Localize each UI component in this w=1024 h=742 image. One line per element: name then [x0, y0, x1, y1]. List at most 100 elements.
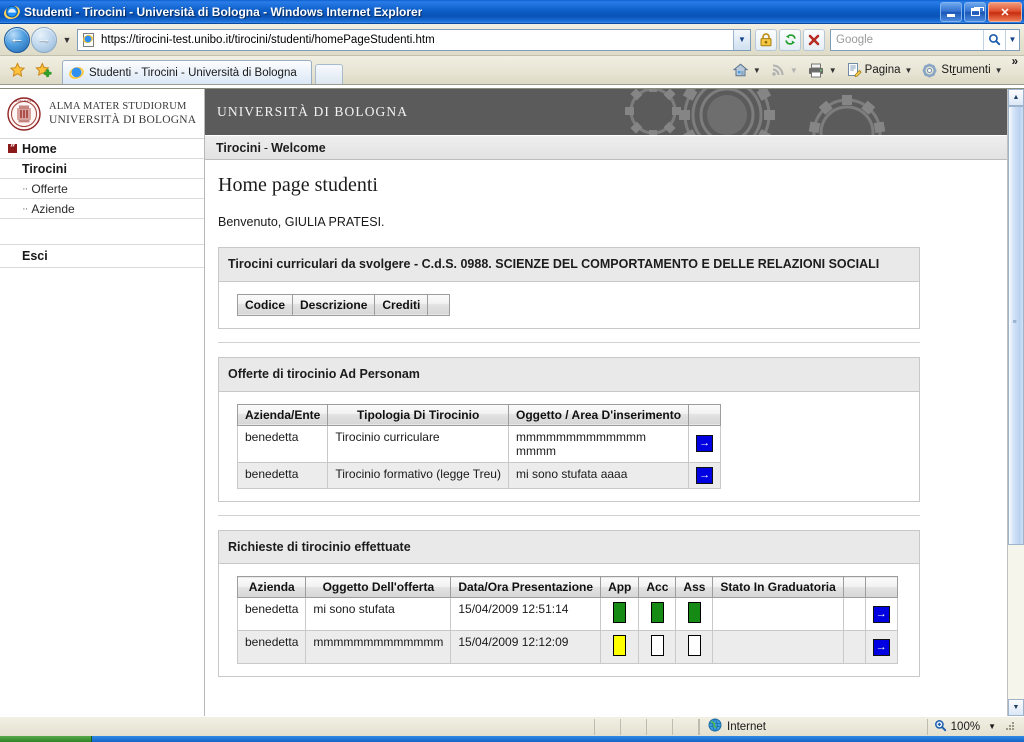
status-badge-acc — [650, 602, 664, 624]
column-crediti[interactable]: Crediti — [374, 293, 429, 316]
panel-body: Azienda/Ente Tipologia Di Tirocinio Ogge… — [219, 392, 919, 501]
search-icon[interactable] — [983, 29, 1005, 50]
go-arrow-icon[interactable]: → — [696, 466, 714, 484]
cell-azienda: benedetta — [236, 424, 329, 463]
back-button[interactable]: ← — [4, 26, 30, 53]
home-icon — [732, 63, 749, 76]
go-arrow-icon[interactable]: → — [696, 435, 714, 452]
column-codice[interactable]: Codice — [236, 293, 294, 316]
scrollbar-thumb[interactable]: ≡ — [1008, 106, 1024, 545]
home-button[interactable]: ▼ — [730, 60, 766, 80]
cell-oggetto: mi sono stufata — [305, 597, 452, 632]
zoom-caret-icon[interactable]: ▼ — [988, 722, 996, 731]
sidebar-item-aziende[interactable]: ·· Aziende — [0, 199, 204, 219]
printer-icon — [808, 63, 823, 77]
zoom-level: 100% — [950, 720, 981, 733]
column-spacer — [842, 576, 866, 599]
table-row: benedetta mmmmmmmmmmmmm 15/04/2009 12:12… — [236, 630, 898, 665]
browser-tab[interactable]: Studenti - Tirocini - Università di Bolo… — [62, 60, 312, 84]
status-pane-d — [673, 718, 699, 735]
home-caret-icon[interactable]: ▼ — [753, 66, 761, 75]
address-bar-url: https://tirocini-test.unibo.it/tirocini/… — [101, 33, 435, 46]
page-caret-icon[interactable]: ▼ — [905, 66, 913, 75]
tab-favicon — [69, 65, 85, 81]
add-to-favorites-icon[interactable] — [32, 59, 54, 81]
stop-icon[interactable] — [803, 28, 825, 51]
tab-bar: Studenti - Tirocini - Università di Bolo… — [0, 56, 1024, 85]
tools-caret-icon[interactable]: ▼ — [995, 66, 1003, 75]
column-data-ora[interactable]: Data/Ora Presentazione — [450, 576, 602, 599]
zoom-control[interactable]: 100% ▼ — [926, 718, 1024, 735]
favorites-center-icon[interactable] — [6, 59, 28, 81]
refresh-icon[interactable] — [779, 28, 801, 51]
close-button[interactable]: ✕ — [988, 2, 1022, 22]
table-header-row: Azienda/Ente Tipologia Di Tirocinio Ogge… — [236, 403, 722, 426]
sidebar-item-offerte[interactable]: ·· Offerte — [0, 179, 204, 199]
command-bar-overflow[interactable]: » — [1010, 52, 1020, 72]
search-input[interactable]: Google — [831, 34, 983, 46]
scroll-up-button[interactable]: ▲ — [1008, 89, 1024, 106]
status-badge-app — [613, 602, 627, 624]
page-scrollbar[interactable]: ▲ ≡ ▼ — [1007, 89, 1024, 716]
column-oggetto-offerta[interactable]: Oggetto Dell'offerta — [305, 576, 452, 599]
sidebar-item-esci[interactable]: Esci — [0, 245, 204, 268]
column-oggetto-area[interactable]: Oggetto / Area D'inserimento — [507, 403, 690, 426]
security-zone[interactable]: Internet — [699, 718, 774, 735]
column-azienda[interactable]: Azienda — [236, 576, 307, 599]
address-bar[interactable]: https://tirocini-test.unibo.it/tirocini/… — [77, 28, 751, 51]
minimize-button[interactable] — [940, 2, 962, 22]
sidebar-item-offerte-label: Offerte — [31, 181, 68, 196]
cell-ass-status — [675, 597, 714, 632]
forward-button[interactable]: → — [31, 26, 57, 53]
cell-app-status — [600, 630, 640, 665]
panel-tirocini-curriculari: Tirocini curriculari da svolgere - C.d.S… — [218, 247, 920, 329]
print-button[interactable]: ▼ — [805, 60, 842, 80]
window-title: Studenti - Tirocini - Università di Bolo… — [24, 4, 423, 19]
cell-action: → — [864, 597, 898, 632]
column-stato-graduatoria[interactable]: Stato In Graduatoria — [712, 576, 844, 599]
web-page: ALMA MATER ALMA MATER STUDIORUM UNIVERSI… — [0, 89, 1007, 716]
sidebar-item-home[interactable]: Home — [0, 139, 204, 159]
column-azienda-ente[interactable]: Azienda/Ente — [236, 403, 329, 426]
column-ass[interactable]: Ass — [675, 576, 714, 599]
column-app[interactable]: App — [600, 576, 640, 599]
feeds-button[interactable]: ▼ — [768, 60, 803, 80]
page-content: Home page studenti Benvenuto, GIULIA PRA… — [205, 160, 1007, 716]
search-box[interactable]: Google ▼ — [830, 28, 1020, 51]
cell-stato-graduatoria — [712, 630, 844, 665]
cell-action: → — [864, 630, 898, 665]
print-caret-icon[interactable]: ▼ — [829, 66, 837, 75]
tools-menu-button[interactable]: Strumenti ▼ — [919, 60, 1007, 80]
windows-taskbar — [0, 736, 1024, 742]
taskbar-start-area[interactable] — [0, 736, 92, 742]
column-descrizione[interactable]: Descrizione — [292, 293, 376, 316]
cell-acc-status — [638, 630, 677, 665]
offerte-bullet-icon: ·· — [22, 182, 28, 195]
panel-heading: Offerte di tirocinio Ad Personam — [219, 357, 919, 392]
ssl-lock-icon[interactable] — [755, 28, 777, 51]
status-pane-c — [647, 718, 673, 735]
go-arrow-icon[interactable]: → — [872, 638, 890, 656]
go-arrow-icon[interactable]: → — [872, 605, 890, 623]
column-tipologia[interactable]: Tipologia Di Tirocinio — [327, 403, 509, 426]
sidebar-item-esci-label: Esci — [22, 249, 48, 263]
breadcrumb-root[interactable]: Tirocini — [216, 141, 261, 155]
search-provider-dropdown[interactable]: ▼ — [1005, 29, 1019, 50]
resize-grip-icon[interactable] — [1004, 720, 1018, 734]
cell-spacer — [842, 597, 866, 632]
offerte-table: Azienda/Ente Tipologia Di Tirocinio Ogge… — [236, 403, 722, 489]
crest-text: ALMA MATER STUDIORUM UNIVERSITÀ DI BOLOG… — [49, 100, 196, 128]
address-bar-dropdown[interactable]: ▼ — [733, 29, 750, 50]
new-tab-button[interactable] — [315, 64, 343, 84]
recent-pages-caret-icon[interactable]: ▼ — [60, 35, 74, 45]
cell-action: → — [688, 424, 722, 463]
address-toolbar: ← → ▼ https://tirocini-test.unibo.it/tir… — [0, 24, 1024, 56]
scroll-down-button[interactable]: ▼ — [1008, 699, 1024, 716]
sidebar-item-tirocini[interactable]: Tirocini — [0, 159, 204, 179]
cell-spacer — [842, 630, 866, 665]
scrollbar-track[interactable]: ≡ — [1008, 106, 1024, 699]
page-menu-button[interactable]: Pagina ▼ — [844, 60, 918, 80]
maximize-button[interactable] — [964, 2, 986, 22]
cell-tipologia: Tirocinio formativo (legge Treu) — [327, 461, 509, 489]
column-acc[interactable]: Acc — [638, 576, 677, 599]
